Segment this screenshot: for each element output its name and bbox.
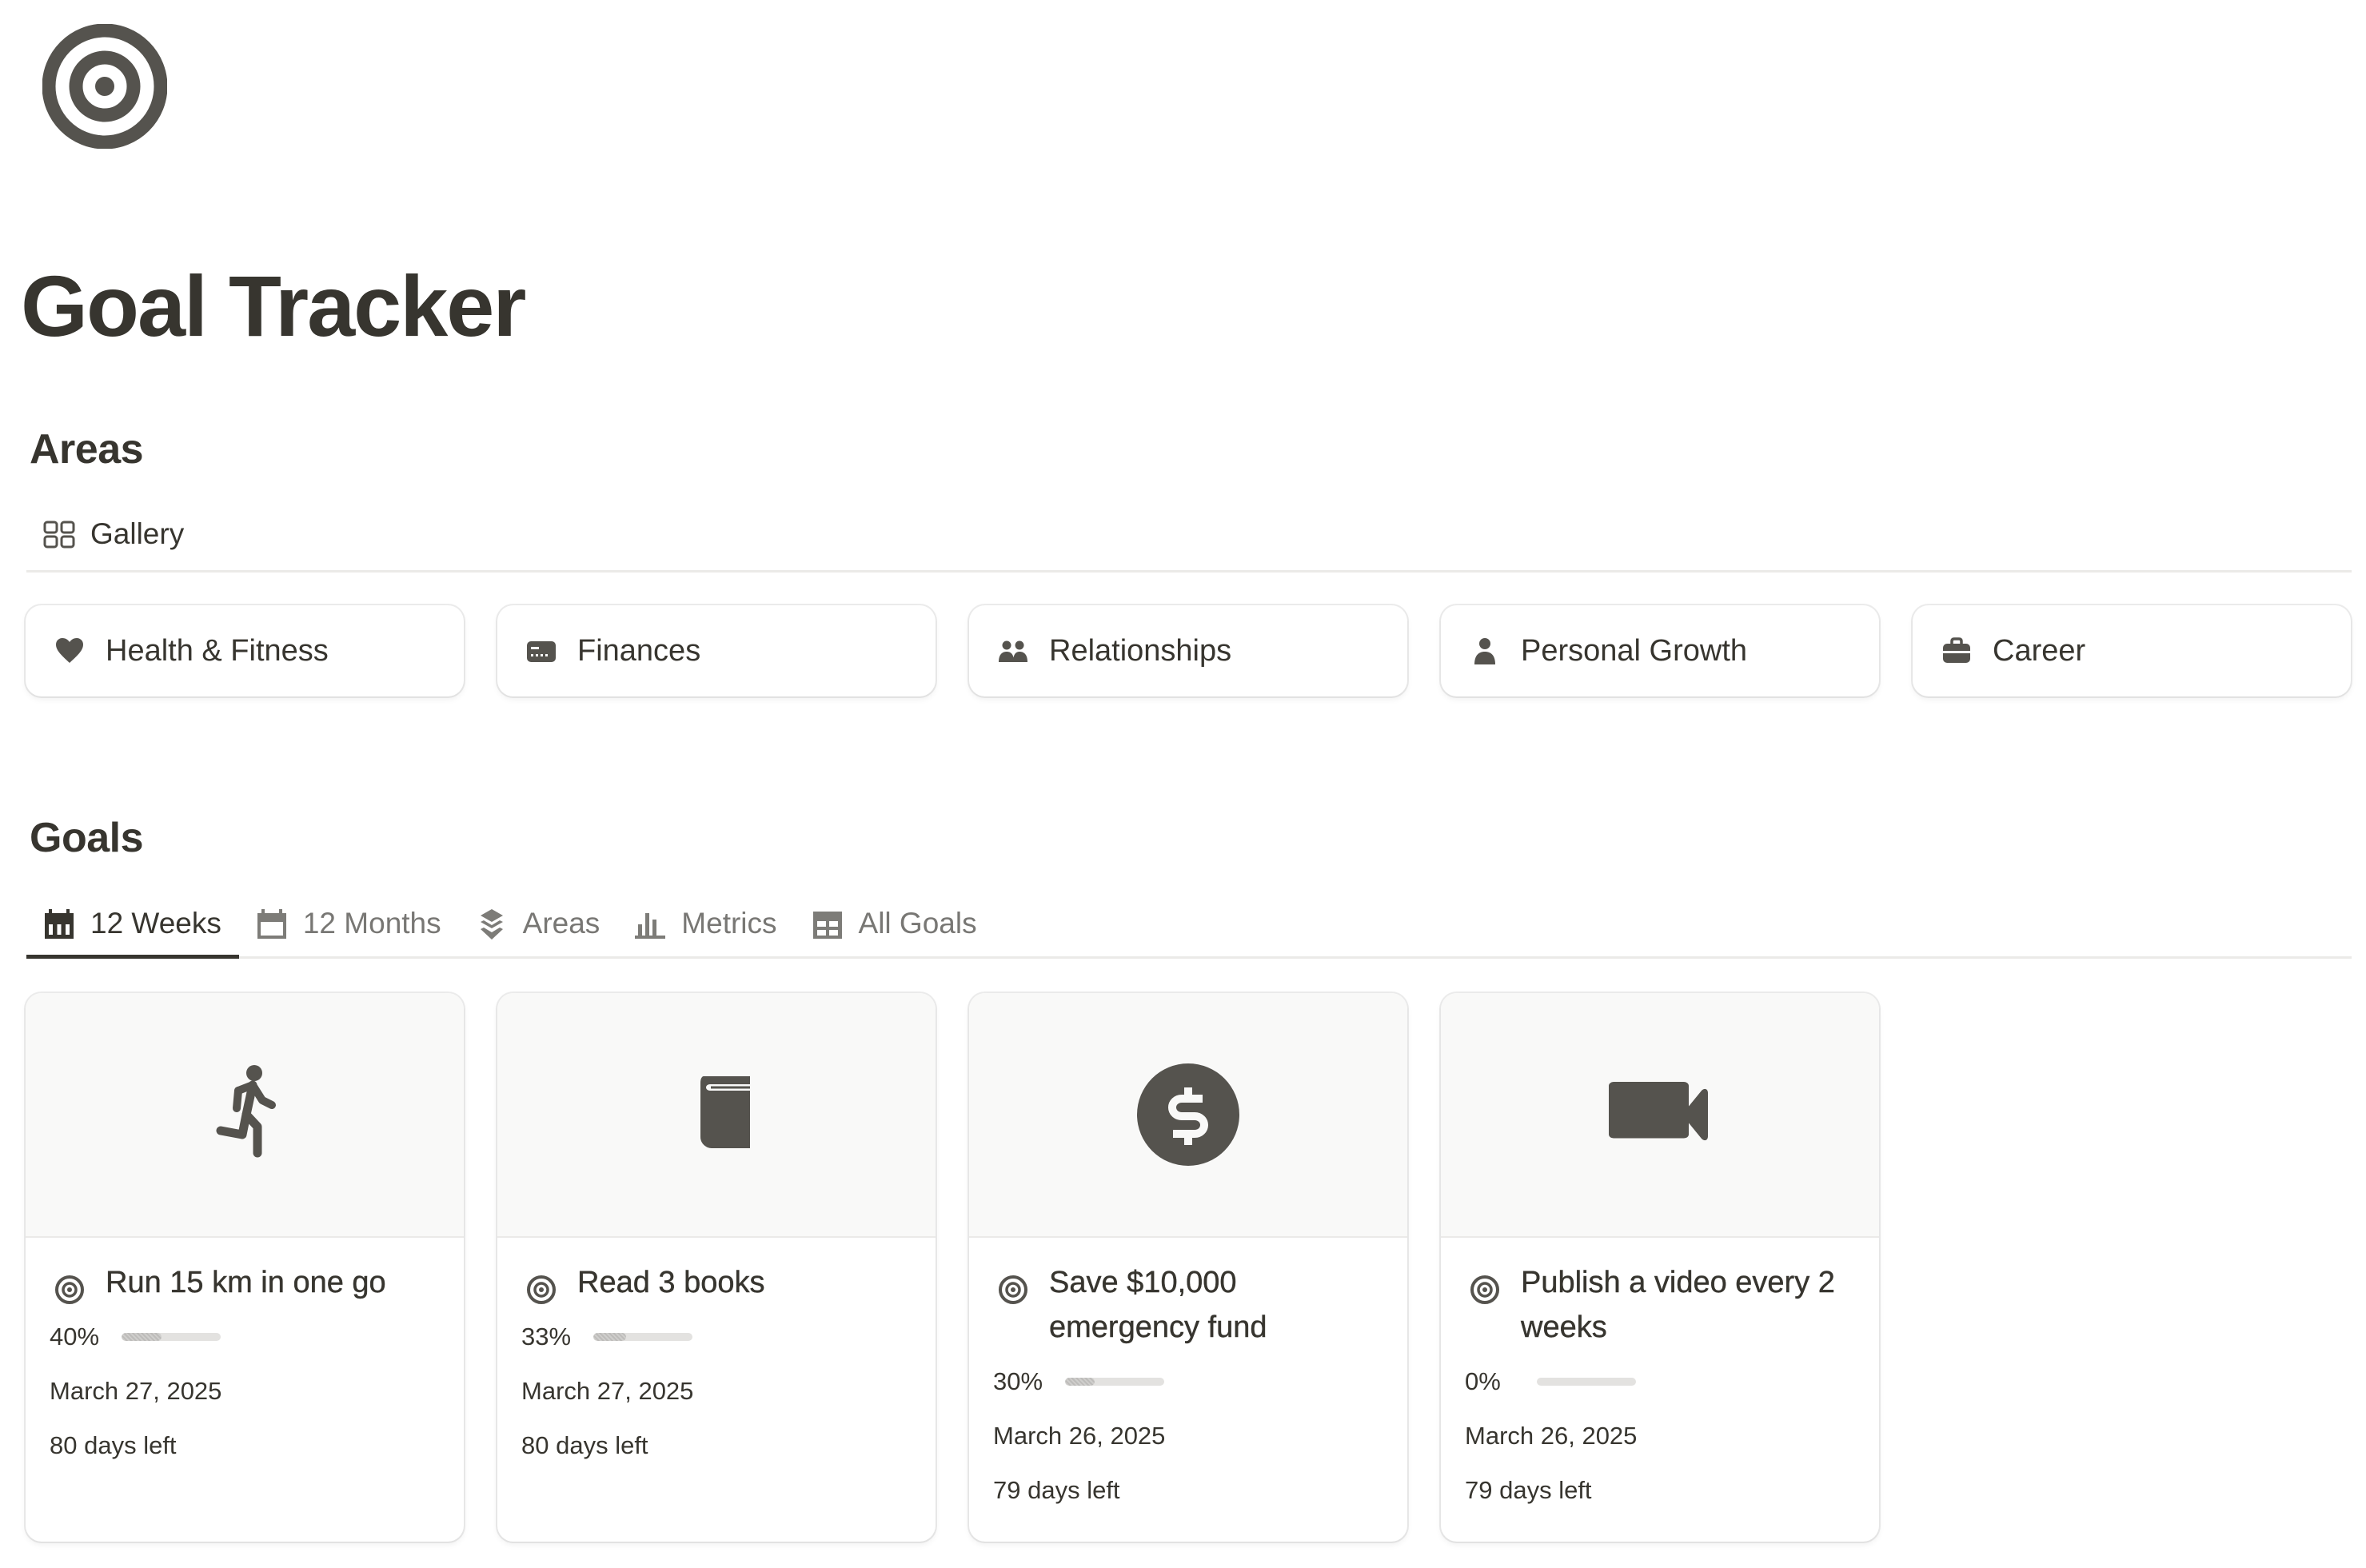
goal-card[interactable]: Run 15 km in one go 40% March 27, 2025 8…	[26, 993, 464, 1542]
goal-title: Read 3 books	[577, 1266, 765, 1299]
goals-heading: Goals	[30, 815, 144, 861]
goal-date: March 27, 2025	[521, 1377, 694, 1405]
progress-bar	[122, 1333, 221, 1341]
goal-card[interactable]: Save $10,000 emergency fund 30% March 26…	[969, 993, 1407, 1542]
area-label: Health & Fitness	[106, 633, 329, 668]
target-icon	[1470, 1275, 1500, 1305]
goal-date: March 26, 2025	[1465, 1422, 1638, 1450]
progress-percent: 40%	[50, 1323, 100, 1351]
goal-cover	[26, 993, 464, 1238]
tab-label: Gallery	[90, 517, 185, 550]
goal-progress: 33%	[521, 1323, 912, 1351]
runner-icon	[216, 1065, 276, 1158]
progress-bar	[593, 1333, 692, 1341]
goals-gallery: Run 15 km in one go 40% March 27, 2025 8…	[26, 993, 1879, 1542]
tab-areas[interactable]: Areas	[459, 886, 618, 956]
tab-label: 12 Months	[302, 907, 441, 940]
progress-bar-fill	[1065, 1378, 1095, 1386]
area-card-health-fitness[interactable]: Health & Fitness	[26, 605, 464, 696]
person-icon	[1470, 636, 1500, 666]
heart-icon	[54, 636, 85, 666]
target-icon	[998, 1275, 1028, 1305]
calendar-icon	[256, 908, 288, 940]
goal-cover	[1441, 993, 1879, 1238]
people-icon	[998, 636, 1028, 666]
layers-icon	[476, 908, 508, 940]
goal-date: March 26, 2025	[993, 1422, 1166, 1450]
tab-label: Metrics	[681, 907, 777, 940]
tab-all-goals[interactable]: All Goals	[795, 886, 995, 956]
book-icon	[700, 1076, 750, 1148]
progress-percent: 30%	[993, 1367, 1043, 1395]
goal-progress: 0%	[1465, 1367, 1855, 1396]
goal-days-left: 80 days left	[521, 1431, 648, 1459]
goals-view-tabs: 12 Weeks 12 Months Areas Metrics All Goa…	[26, 886, 2352, 959]
dollar-coin-icon	[1137, 1063, 1239, 1166]
page-title: Goal Tracker	[21, 257, 526, 354]
areas-heading: Areas	[30, 426, 144, 473]
table-icon	[812, 908, 844, 940]
goal-title: Publish a video every 2 weeks	[1521, 1266, 1835, 1344]
goal-cover	[969, 993, 1407, 1238]
target-icon	[526, 1275, 557, 1305]
goal-card[interactable]: Read 3 books 33% March 27, 2025 80 days …	[497, 993, 936, 1542]
gallery-grid-icon	[43, 519, 75, 551]
area-label: Career	[1993, 633, 2086, 668]
progress-bar-fill	[122, 1333, 162, 1341]
goal-date: March 27, 2025	[50, 1377, 222, 1405]
calendar-week-icon	[43, 908, 75, 940]
video-camera-icon	[1609, 1082, 1708, 1141]
areas-gallery: Health & Fitness Finances Relationships …	[26, 605, 2351, 696]
tab-label: Areas	[522, 907, 600, 940]
progress-bar	[1065, 1378, 1164, 1386]
goal-days-left: 80 days left	[50, 1431, 177, 1459]
areas-view-tabs: Gallery	[26, 505, 2352, 573]
target-icon[interactable]	[42, 23, 168, 150]
progress-percent: 33%	[521, 1323, 572, 1351]
area-card-personal-growth[interactable]: Personal Growth	[1441, 605, 1879, 696]
progress-bar	[1537, 1378, 1636, 1386]
tab-label: 12 Weeks	[90, 907, 221, 940]
tab-label: All Goals	[858, 907, 977, 940]
goal-days-left: 79 days left	[1465, 1476, 1592, 1504]
goal-progress: 40%	[50, 1323, 440, 1351]
area-card-finances[interactable]: Finances	[497, 605, 936, 696]
goal-progress: 30%	[993, 1367, 1383, 1396]
tab-12-weeks[interactable]: 12 Weeks	[26, 886, 239, 959]
area-label: Personal Growth	[1521, 633, 1748, 668]
tab-12-months[interactable]: 12 Months	[239, 886, 459, 956]
bar-chart-icon	[634, 908, 666, 940]
goal-title: Run 15 km in one go	[106, 1266, 386, 1299]
goal-title: Save $10,000 emergency fund	[1049, 1266, 1267, 1344]
tab-gallery[interactable]: Gallery	[26, 505, 201, 570]
area-card-relationships[interactable]: Relationships	[969, 605, 1407, 696]
goal-card[interactable]: Publish a video every 2 weeks 0% March 2…	[1441, 993, 1879, 1542]
goal-days-left: 79 days left	[993, 1476, 1120, 1504]
area-card-career[interactable]: Career	[1913, 605, 2351, 696]
briefcase-icon	[1941, 636, 1972, 666]
page: Goal Tracker Areas Gallery Health & Fitn…	[0, 0, 2366, 1568]
area-label: Finances	[577, 633, 701, 668]
tab-metrics[interactable]: Metrics	[617, 886, 794, 956]
credit-card-icon	[526, 636, 557, 666]
area-label: Relationships	[1049, 633, 1232, 668]
goal-cover	[497, 993, 936, 1238]
target-icon	[54, 1275, 85, 1305]
progress-percent: 0%	[1465, 1367, 1501, 1395]
progress-bar-fill	[593, 1333, 626, 1341]
